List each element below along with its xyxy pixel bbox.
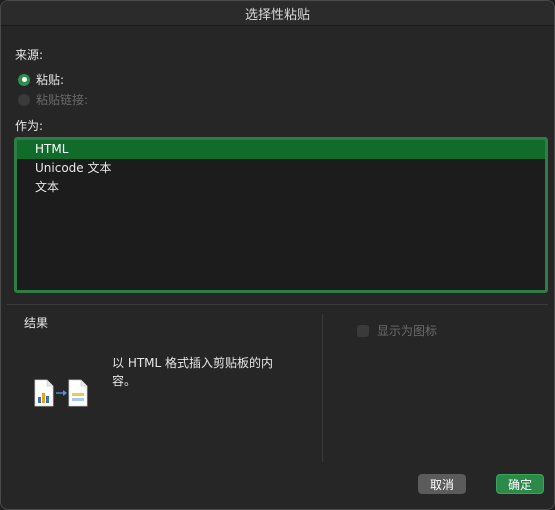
display-as-icon-checkbox: 显示为图标 — [357, 322, 437, 339]
result-divider — [322, 314, 323, 462]
list-item-html[interactable]: HTML — [17, 140, 545, 159]
radio-selected-icon[interactable] — [18, 73, 30, 86]
paste-special-dialog: 选择性粘贴 来源: 粘贴: 粘贴链接: 作为: HTML Unicode 文本 … — [0, 0, 555, 510]
list-item-text[interactable]: 文本 — [17, 178, 545, 197]
display-as-icon-label: 显示为图标 — [377, 324, 438, 338]
list-item-unicode-text[interactable]: Unicode 文本 — [17, 159, 545, 178]
paste-result-icon — [34, 379, 88, 407]
dialog-title: 选择性粘贴 — [1, 1, 554, 26]
radio-paste[interactable]: 粘贴: — [18, 71, 64, 88]
ok-button[interactable]: 确定 — [496, 474, 544, 494]
checkbox-icon — [357, 324, 369, 337]
radio-unselected-icon — [18, 93, 30, 106]
cancel-button[interactable]: 取消 — [418, 474, 466, 494]
result-label: 结果 — [24, 316, 49, 330]
source-label: 来源: — [15, 48, 44, 62]
as-label: 作为: — [15, 119, 44, 133]
radio-paste-link-label: 粘贴链接: — [36, 93, 89, 107]
radio-paste-link: 粘贴链接: — [18, 91, 88, 108]
paste-as-list[interactable]: HTML Unicode 文本 文本 — [14, 137, 548, 293]
section-divider — [7, 304, 548, 305]
result-description: 以 HTML 格式插入剪贴板的内容。 — [112, 356, 274, 388]
radio-paste-label: 粘贴: — [36, 73, 65, 87]
